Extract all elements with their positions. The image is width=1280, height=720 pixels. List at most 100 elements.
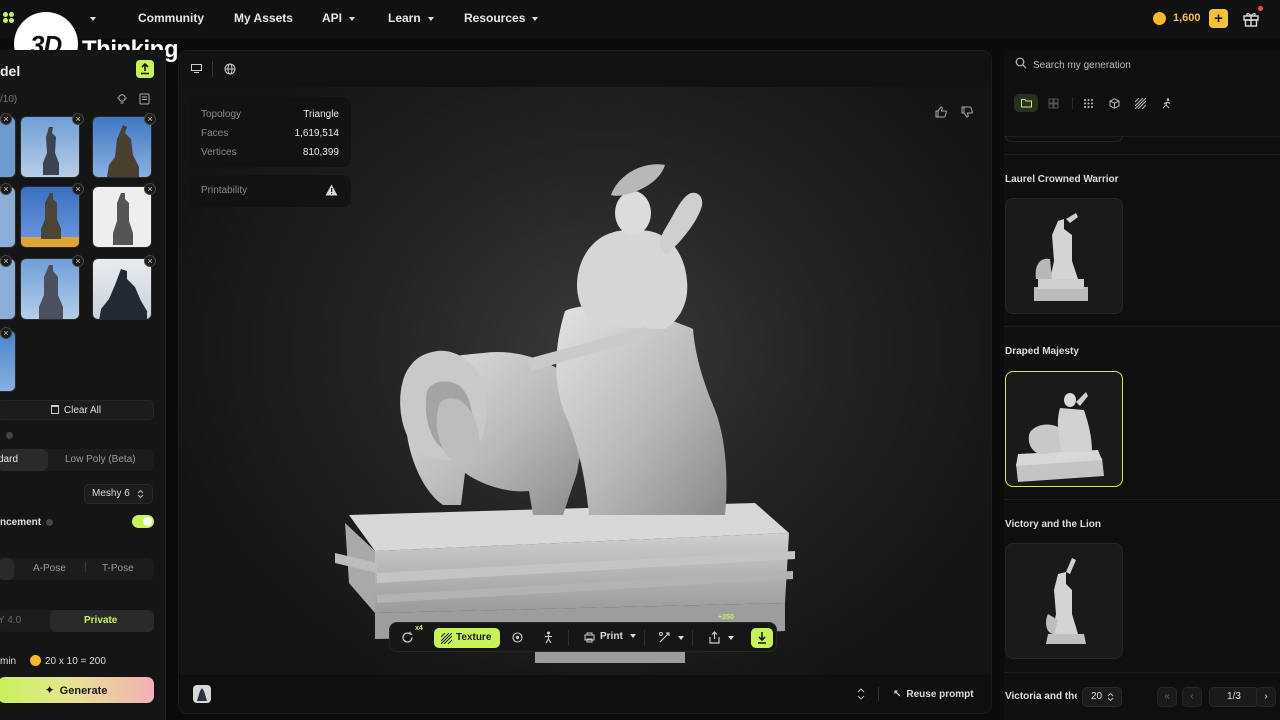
license-private[interactable]: Private <box>84 615 117 626</box>
image-thumbnail[interactable] <box>20 116 80 178</box>
model-type-standard[interactable]: dard <box>0 454 18 465</box>
remove-image-button[interactable]: × <box>72 183 84 195</box>
animate-icon[interactable] <box>542 631 555 644</box>
remove-image-button[interactable]: × <box>72 255 84 267</box>
grid-view-icon[interactable] <box>1048 98 1059 109</box>
page-size-select[interactable]: 20 <box>1082 687 1122 707</box>
generation-title[interactable]: Victoria and the <box>1005 691 1077 702</box>
search-input[interactable] <box>1033 58 1233 72</box>
info-icon[interactable] <box>6 432 13 439</box>
animation-filter-icon[interactable] <box>1161 98 1172 109</box>
prev-page-button[interactable]: ‹ <box>1182 687 1202 707</box>
action-bar-divider <box>568 630 569 646</box>
viewport-toolbar <box>179 51 991 87</box>
chevron-up-down-icon[interactable] <box>857 688 865 700</box>
texture-label: Texture <box>456 632 492 643</box>
generation-history-panel: Laurel Crowned Warrior Draped Majesty Vi… <box>1004 50 1280 720</box>
reuse-prompt-button[interactable]: ↖ Reuse prompt <box>893 689 974 700</box>
first-page-button[interactable]: « <box>1157 687 1177 707</box>
notification-dot <box>1258 6 1263 11</box>
model-type-low-poly[interactable]: Low Poly (Beta) <box>65 454 136 465</box>
cost-estimate: 20 x 10 = 200 <box>45 656 106 667</box>
printability-label: Printability <box>201 185 248 196</box>
chevron-down-icon <box>629 634 636 639</box>
model-type-segmented: dard Low Poly (Beta) <box>0 449 154 471</box>
image-thumbnail[interactable] <box>0 116 16 178</box>
remove-image-button[interactable]: × <box>0 255 12 267</box>
image-thumbnail[interactable] <box>0 186 16 248</box>
image-thumbnail[interactable] <box>20 186 80 248</box>
generate-button[interactable]: ✦ Generate <box>0 677 154 703</box>
pose-t[interactable]: T-Pose <box>102 563 134 574</box>
generation-title[interactable]: Draped Majesty <box>1005 346 1079 357</box>
enhancement-toggle[interactable] <box>132 515 154 528</box>
remove-image-button[interactable]: × <box>144 113 156 125</box>
folder-view-button[interactable] <box>1014 94 1038 112</box>
stat-vertices-key: Vertices <box>201 147 237 158</box>
panel-divider <box>1004 672 1280 673</box>
print-button[interactable]: Print <box>600 631 636 642</box>
thumbs-down-icon[interactable] <box>961 106 973 118</box>
folder-icon <box>1021 99 1032 108</box>
image-thumbnail[interactable] <box>92 258 152 320</box>
upload-button[interactable] <box>136 60 154 78</box>
nav-api[interactable]: API <box>322 11 356 25</box>
printability-card[interactable]: Printability <box>189 175 351 207</box>
add-credits-button[interactable]: + <box>1209 9 1228 28</box>
generation-title[interactable]: Laurel Crowned Warrior <box>1005 174 1119 185</box>
notes-icon[interactable] <box>139 93 150 105</box>
nav-learn[interactable]: Learn <box>388 11 434 25</box>
texture-icon <box>441 633 452 644</box>
chevron-down-icon[interactable] <box>678 636 684 640</box>
search-icon <box>1015 57 1027 69</box>
remove-image-button[interactable]: × <box>144 255 156 267</box>
next-page-button[interactable]: › <box>1256 687 1276 707</box>
all-types-icon[interactable] <box>1083 98 1094 109</box>
export-icon[interactable] <box>708 631 721 644</box>
remove-image-button[interactable]: × <box>0 113 12 125</box>
remove-image-button[interactable]: × <box>144 183 156 195</box>
arrow-up-left-icon: ↖ <box>893 689 902 700</box>
gift-icon[interactable] <box>1242 10 1260 28</box>
generation-title[interactable]: Victory and the Lion <box>1005 519 1101 530</box>
rig-icon[interactable] <box>511 631 524 644</box>
remesh-icon[interactable] <box>401 631 414 644</box>
lightbulb-icon[interactable] <box>116 93 128 105</box>
pose-segmented: A-Pose | T-Pose <box>0 558 154 580</box>
image-thumbnail[interactable] <box>20 258 80 320</box>
generation-card-selected[interactable] <box>1005 371 1123 487</box>
texture-filter-icon[interactable] <box>1135 98 1146 109</box>
viewport-bottom-bar: ↖ Reuse prompt <box>179 675 991 713</box>
download-button[interactable] <box>751 628 773 648</box>
statue-3d-model[interactable] <box>315 143 825 663</box>
image-thumbnail[interactable] <box>0 330 16 392</box>
pose-a[interactable]: A-Pose <box>33 563 66 574</box>
license-cc[interactable]: Y 4.0 <box>0 615 21 626</box>
clear-all-button[interactable]: Clear All <box>0 400 154 420</box>
info-icon[interactable] <box>46 519 53 526</box>
texture-button[interactable]: Texture <box>434 628 500 648</box>
image-thumbnail[interactable] <box>0 258 16 320</box>
generation-card[interactable] <box>1005 543 1123 659</box>
nav-my-assets[interactable]: My Assets <box>234 11 293 25</box>
nav-resources[interactable]: Resources <box>464 11 539 25</box>
chevron-up-down-icon <box>1107 692 1114 702</box>
globe-icon[interactable] <box>224 63 236 75</box>
generation-card[interactable] <box>1005 198 1123 314</box>
chevron-down-icon[interactable] <box>728 636 734 640</box>
action-bar-divider <box>692 630 693 646</box>
monitor-icon[interactable] <box>191 64 202 73</box>
source-image-thumbnail[interactable] <box>193 685 211 703</box>
remove-image-button[interactable]: × <box>0 183 12 195</box>
thumbs-up-icon[interactable] <box>935 106 947 118</box>
cube-icon[interactable] <box>1109 98 1120 109</box>
chevron-down-icon <box>532 16 539 21</box>
model-viewport[interactable]: Topology Triangle Faces 1,619,514 Vertic… <box>178 50 992 714</box>
search-box <box>1004 50 1280 78</box>
remove-image-button[interactable]: × <box>0 327 12 339</box>
model-version-select[interactable]: Meshy 6 <box>84 484 153 504</box>
remix-icon[interactable] <box>658 631 671 644</box>
image-thumbnail[interactable] <box>92 186 152 248</box>
remove-image-button[interactable]: × <box>72 113 84 125</box>
image-thumbnail[interactable] <box>92 116 152 178</box>
